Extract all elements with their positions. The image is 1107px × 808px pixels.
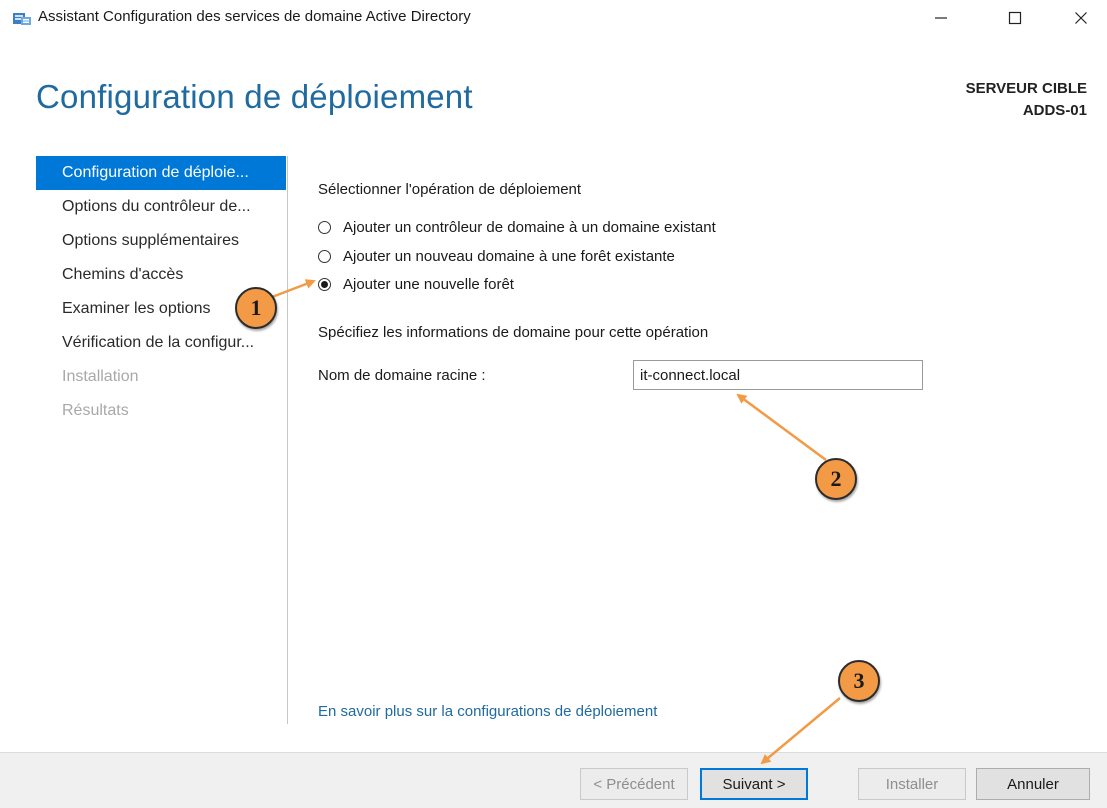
install-button[interactable]: Installer <box>858 768 966 800</box>
next-button[interactable]: Suivant > <box>700 768 808 800</box>
option-add-domain-existing-forest[interactable]: Ajouter un nouveau domaine à une forêt e… <box>318 245 675 267</box>
title-bar: Assistant Configuration des services de … <box>0 0 1107 36</box>
callout-1: 1 <box>235 287 277 329</box>
step-prerequisites-check[interactable]: Vérification de la configur... <box>36 326 286 360</box>
option-add-dc-existing-domain[interactable]: Ajouter un contrôleur de domaine à un do… <box>318 216 716 238</box>
step-dc-options[interactable]: Options du contrôleur de... <box>36 190 286 224</box>
option-label: Ajouter un nouveau domaine à une forêt e… <box>343 247 675 265</box>
step-installation: Installation <box>62 368 139 385</box>
server-manager-icon <box>12 10 32 26</box>
target-server-heading: SERVEUR CIBLE <box>965 80 1087 97</box>
minimize-icon <box>935 17 947 19</box>
window-title: Assistant Configuration des services de … <box>38 8 471 25</box>
maximize-button[interactable] <box>992 4 1038 32</box>
callout-3: 3 <box>838 660 880 702</box>
operation-label: Sélectionner l'opération de déploiement <box>318 181 582 198</box>
learn-more-link[interactable]: En savoir plus sur la configurations de … <box>318 703 657 720</box>
radio-button[interactable] <box>318 220 331 234</box>
arrow-2 <box>736 393 827 462</box>
option-label: Ajouter un contrôleur de domaine à un do… <box>343 218 716 236</box>
radio-button[interactable] <box>318 249 331 263</box>
root-domain-input[interactable] <box>633 360 923 390</box>
root-domain-label: Nom de domaine racine : <box>318 367 486 384</box>
sidebar-divider <box>287 156 288 724</box>
minimize-button[interactable] <box>918 4 964 32</box>
radio-button-selected[interactable] <box>318 277 331 291</box>
step-paths[interactable]: Chemins d'accès <box>36 258 286 292</box>
close-button[interactable] <box>1058 4 1104 32</box>
target-server-name: ADDS-01 <box>1022 102 1087 119</box>
step-additional-options[interactable]: Options supplémentaires <box>36 224 286 258</box>
close-icon <box>1075 12 1087 24</box>
cancel-button[interactable]: Annuler <box>976 768 1090 800</box>
domain-info-label: Spécifiez les informations de domaine po… <box>318 324 709 341</box>
target-server-label: SERVEUR CIBLE ADDS-01 <box>966 78 1087 122</box>
option-label: Ajouter une nouvelle forêt <box>343 275 514 293</box>
page-title: Configuration de déploiement <box>36 78 473 115</box>
previous-button[interactable]: < Précédent <box>580 768 688 800</box>
maximize-icon <box>1008 11 1022 25</box>
option-add-new-forest[interactable]: Ajouter une nouvelle forêt <box>318 273 514 295</box>
callout-2: 2 <box>815 458 857 500</box>
step-results: Résultats <box>62 402 129 419</box>
step-deployment-configuration[interactable]: Configuration de déploie... <box>36 156 286 190</box>
